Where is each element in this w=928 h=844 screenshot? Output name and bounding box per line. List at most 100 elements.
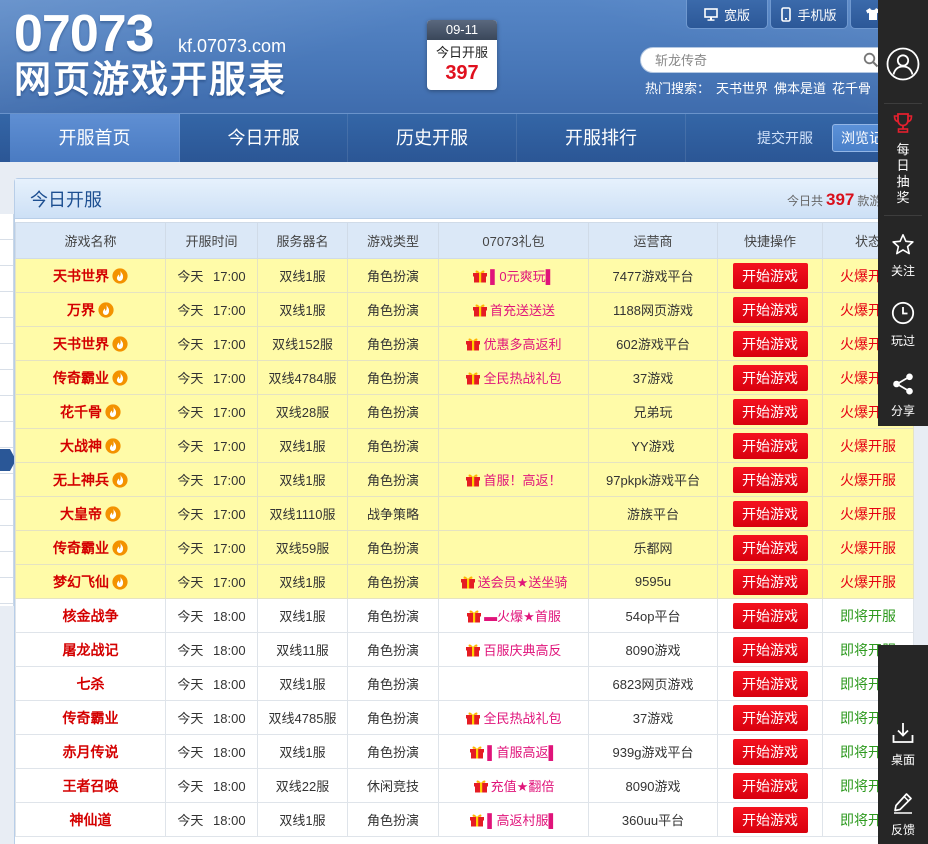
start-game-button[interactable]: 开始游戏 (732, 432, 808, 459)
game-type-cell: 角色扮演 (347, 530, 439, 565)
hot-search-item[interactable]: 天书世界 (716, 81, 768, 96)
gift-link[interactable]: 充值★翻倍 (473, 779, 554, 794)
gift-link[interactable]: 全民热战礼包 (465, 711, 562, 726)
gift-text: 首服！高返！ (483, 473, 562, 488)
game-type: 战争策略 (366, 507, 419, 522)
gift-link[interactable]: 百服庆典高反 (465, 643, 562, 658)
game-name-link[interactable]: 赤月传说 (63, 744, 119, 760)
gift-link[interactable]: ▬火爆★首服 (466, 609, 561, 624)
user-login-button[interactable] (878, 47, 928, 81)
game-name-link[interactable]: 七杀 (77, 676, 105, 692)
gift-text: 首充送送送 (489, 303, 555, 318)
start-game-button[interactable]: 开始游戏 (732, 534, 808, 561)
game-name-link[interactable]: 传奇霸业 (63, 710, 119, 726)
game-name-link[interactable]: 大皇帝 (60, 506, 102, 522)
game-type: 角色扮演 (366, 643, 419, 658)
operator-name: 7477游戏平台 (612, 269, 694, 284)
game-name-link[interactable]: 王者召唤 (63, 778, 119, 794)
gift-link[interactable]: 首充送送送 (472, 303, 555, 318)
open-time-cell: 今天 17:00 (165, 326, 258, 361)
search-box (640, 47, 892, 73)
save-to-desktop-button[interactable]: 桌面 (878, 721, 928, 767)
gift-text: ▌首服高返▌ (487, 745, 558, 760)
game-name-link[interactable]: 传奇霸业 (53, 370, 109, 386)
played-button[interactable]: 玩过 (878, 301, 928, 349)
game-type-cell: 角色扮演 (347, 598, 439, 633)
game-name-link[interactable]: 花千骨 (60, 404, 102, 420)
daily-lottery-button[interactable]: 每日抽奖 (878, 112, 928, 208)
operator-cell: YY游戏 (588, 428, 718, 463)
gift-link[interactable]: 送会员★送坐骑 (460, 574, 567, 590)
search-icon[interactable] (863, 52, 879, 73)
open-time-cell: 今天 17:00 (165, 360, 258, 395)
open-time: 今天 18:00 (177, 745, 246, 760)
nav-tab-history[interactable]: 历史开服 (348, 114, 517, 162)
mobile-version-label: 手机版 (797, 7, 837, 23)
today-count-box[interactable]: 09-11 今日开服 397 (427, 20, 497, 90)
game-name-link[interactable]: 无上神兵 (53, 472, 109, 488)
start-game-button[interactable]: 开始游戏 (732, 772, 808, 799)
nav-tab-today[interactable]: 今日开服 (180, 114, 348, 162)
search-input[interactable] (655, 51, 855, 69)
server-name: 双线28服 (275, 405, 330, 420)
game-name-link[interactable]: 大战神 (60, 438, 102, 454)
gift-link[interactable]: ▌0元爽玩▌ (472, 269, 555, 284)
action-cell: 开始游戏 (717, 496, 823, 531)
gift-link[interactable]: 优惠多高返利 (465, 337, 562, 352)
game-name-cell: 传奇霸业 (15, 530, 166, 565)
start-game-button[interactable]: 开始游戏 (732, 568, 808, 595)
nav-tab-home[interactable]: 开服首页 (10, 114, 180, 162)
gift-link[interactable]: 首服！高返！ (465, 473, 562, 488)
game-name-cell: 神仙道 (15, 802, 166, 837)
start-game-button[interactable]: 开始游戏 (732, 670, 808, 697)
game-name-link[interactable]: 天书世界 (53, 336, 109, 352)
hot-search-item[interactable]: 佛本是道 (774, 81, 826, 96)
start-game-button[interactable]: 开始游戏 (732, 602, 808, 629)
mobile-version-link[interactable]: 手机版 (770, 0, 848, 29)
wide-version-link[interactable]: 宽版 (686, 0, 768, 29)
right-toolbar: 每日抽奖 关注 玩过 分享 (878, 0, 928, 426)
gift-link[interactable]: 全民热战礼包 (465, 371, 562, 386)
game-type: 角色扮演 (366, 303, 419, 318)
start-game-button[interactable]: 开始游戏 (732, 364, 808, 391)
today-date: 09-11 (427, 20, 497, 40)
server-cell: 双线1服 (257, 258, 348, 293)
status-text: 火爆开服 (840, 505, 896, 522)
start-game-button[interactable]: 开始游戏 (732, 500, 808, 527)
start-game-button[interactable]: 开始游戏 (732, 296, 808, 323)
operator-name: 37游戏 (632, 711, 674, 726)
operator-cell: 游族平台 (588, 496, 718, 531)
game-name-link[interactable]: 神仙道 (70, 812, 112, 828)
start-game-button[interactable]: 开始游戏 (732, 466, 808, 493)
follow-button[interactable]: 关注 (878, 233, 928, 279)
follow-label: 关注 (890, 264, 915, 278)
game-name-link[interactable]: 万界 (67, 302, 95, 318)
game-name-link[interactable]: 核金战争 (63, 608, 119, 624)
table-row: 花千骨 今天 17:00 双线28服 角色扮演 兄弟玩 开始游戏 火爆开服 (15, 394, 914, 429)
operator-cell: 360uu平台 (588, 802, 718, 837)
gift-link[interactable]: ▌高返村服▌ (469, 813, 558, 828)
gift-link[interactable]: ▌首服高返▌ (469, 745, 558, 760)
gift-icon (460, 574, 476, 589)
start-game-button[interactable]: 开始游戏 (732, 704, 808, 731)
game-type: 角色扮演 (366, 337, 419, 352)
submit-server-link[interactable]: 提交开服 (757, 129, 813, 147)
start-game-button[interactable]: 开始游戏 (732, 330, 808, 357)
start-game-button[interactable]: 开始游戏 (732, 738, 808, 765)
hot-search-item[interactable]: 花千骨 (832, 81, 871, 96)
game-name-link[interactable]: 屠龙战记 (63, 642, 119, 658)
fire-icon (105, 505, 121, 522)
game-name-link[interactable]: 传奇霸业 (53, 540, 109, 556)
share-button[interactable]: 分享 (878, 372, 928, 420)
open-time-cell: 今天 17:00 (165, 258, 258, 293)
nav-tab-ranking[interactable]: 开服排行 (517, 114, 686, 162)
game-name-cell: 赤月传说 (15, 734, 166, 769)
game-name-link[interactable]: 天书世界 (53, 268, 109, 284)
feedback-button[interactable]: 反馈 (878, 791, 928, 837)
start-game-button[interactable]: 开始游戏 (732, 262, 808, 289)
game-name-link[interactable]: 梦幻飞仙 (53, 574, 109, 590)
start-game-button[interactable]: 开始游戏 (732, 636, 808, 663)
start-game-button[interactable]: 开始游戏 (732, 806, 808, 833)
start-game-button[interactable]: 开始游戏 (732, 398, 808, 425)
site-logo[interactable]: 07073 kf.07073.com 网页游戏开服表 (0, 0, 310, 108)
